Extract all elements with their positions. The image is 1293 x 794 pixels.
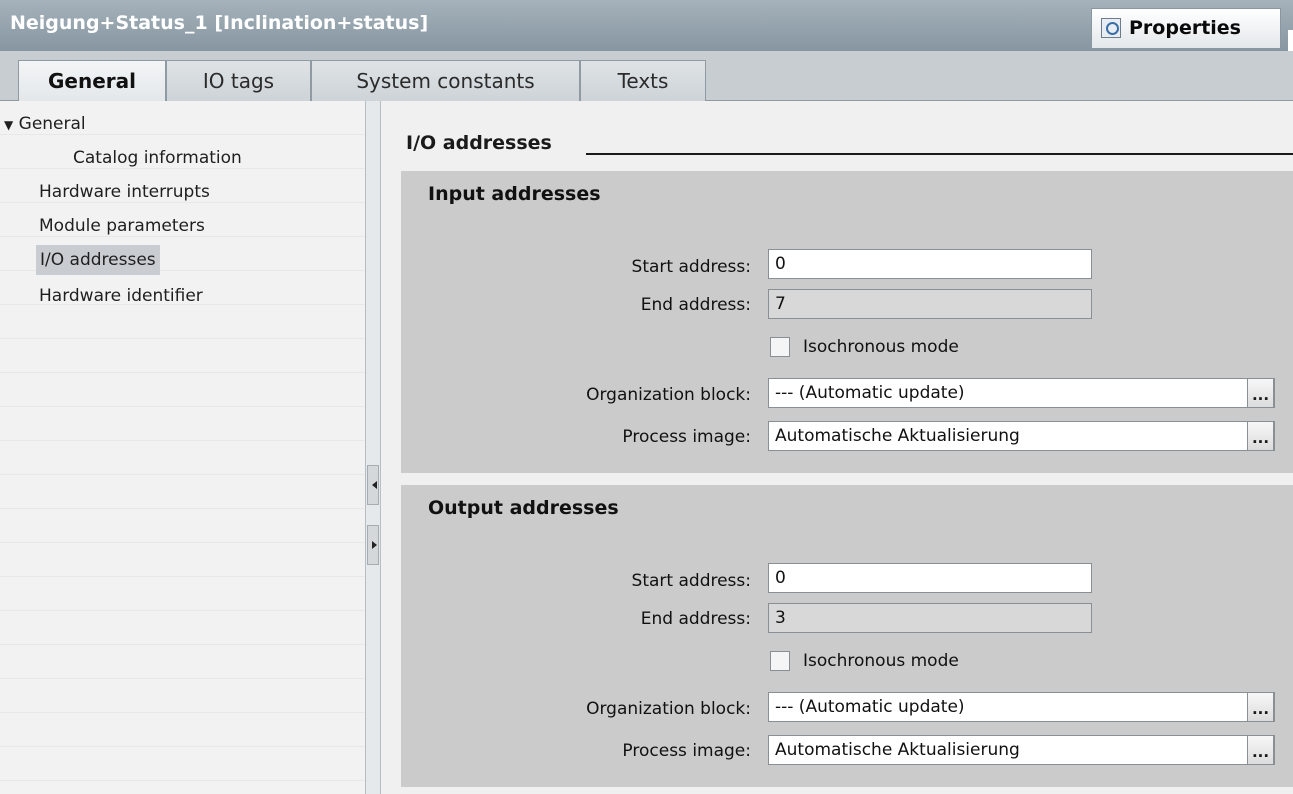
section-divider bbox=[586, 153, 1293, 155]
section-title: I/O addresses bbox=[406, 132, 552, 154]
input-organization-block-browse-button[interactable]: ... bbox=[1247, 378, 1274, 408]
output-organization-block-field[interactable]: --- (Automatic update) bbox=[768, 692, 1275, 722]
nav-item-catalog-information[interactable]: Catalog information bbox=[73, 143, 242, 173]
expand-triangle-icon[interactable]: ▼ bbox=[4, 118, 13, 132]
input-start-address-field[interactable]: 0 bbox=[768, 249, 1092, 279]
collapse-left-icon[interactable] bbox=[367, 465, 379, 505]
nav-item-general[interactable]: ▼ General bbox=[4, 109, 86, 139]
output-process-image-label: Process image: bbox=[622, 741, 751, 761]
input-isochronous-label: Isochronous mode bbox=[803, 337, 959, 357]
input-end-address-label: End address: bbox=[640, 295, 751, 315]
input-addresses-title: Input addresses bbox=[428, 183, 601, 205]
title-bar: Neigung+Status_1 [Inclination+status] Pr… bbox=[0, 0, 1293, 51]
input-process-image-label: Process image: bbox=[622, 427, 751, 447]
panel-splitter[interactable] bbox=[365, 101, 381, 794]
tab-io-tags[interactable]: IO tags bbox=[166, 60, 311, 101]
nav-item-io-addresses[interactable]: I/O addresses bbox=[36, 245, 160, 275]
input-start-address-label: Start address: bbox=[631, 257, 751, 277]
tab-general[interactable]: General bbox=[18, 60, 166, 102]
output-end-address-label: End address: bbox=[640, 609, 751, 629]
output-isochronous-checkbox[interactable] bbox=[770, 651, 790, 671]
input-addresses-group: Input addresses Start address: 0 End add… bbox=[401, 171, 1293, 473]
nav-item-module-parameters[interactable]: Module parameters bbox=[39, 211, 205, 241]
output-process-image-browse-button[interactable]: ... bbox=[1247, 735, 1274, 765]
nav-item-label: General bbox=[18, 114, 86, 134]
nav-item-hardware-identifier[interactable]: Hardware identifier bbox=[39, 281, 203, 311]
input-process-image-browse-button[interactable]: ... bbox=[1247, 421, 1274, 451]
input-organization-block-label: Organization block: bbox=[586, 385, 751, 405]
magnifier-icon bbox=[1101, 18, 1121, 38]
output-addresses-group: Output addresses Start address: 0 End ad… bbox=[401, 485, 1293, 787]
tab-bar: General IO tags System constants Texts bbox=[0, 51, 1293, 102]
input-end-address-field: 7 bbox=[768, 289, 1092, 319]
window-title: Neigung+Status_1 [Inclination+status] bbox=[10, 12, 429, 34]
properties-content: I/O addresses Input addresses Start addr… bbox=[381, 101, 1293, 794]
input-process-image-field[interactable]: Automatische Aktualisierung bbox=[768, 421, 1275, 451]
output-addresses-title: Output addresses bbox=[428, 497, 619, 519]
tab-texts[interactable]: Texts bbox=[580, 60, 706, 101]
output-isochronous-label: Isochronous mode bbox=[803, 651, 959, 671]
output-start-address-label: Start address: bbox=[631, 571, 751, 591]
expand-right-icon[interactable] bbox=[367, 525, 379, 565]
titlebar-edge bbox=[1288, 30, 1293, 51]
output-start-address-field[interactable]: 0 bbox=[768, 563, 1092, 593]
output-organization-block-label: Organization block: bbox=[586, 699, 751, 719]
nav-tree: ▼ General Catalog information Hardware i… bbox=[0, 101, 365, 794]
nav-item-hardware-interrupts[interactable]: Hardware interrupts bbox=[39, 177, 210, 207]
output-process-image-field[interactable]: Automatische Aktualisierung bbox=[768, 735, 1275, 765]
output-organization-block-browse-button[interactable]: ... bbox=[1247, 692, 1274, 722]
input-isochronous-checkbox[interactable] bbox=[770, 337, 790, 357]
input-organization-block-field[interactable]: --- (Automatic update) bbox=[768, 378, 1275, 408]
properties-button[interactable]: Properties bbox=[1091, 8, 1281, 48]
output-end-address-field: 3 bbox=[768, 603, 1092, 633]
tab-system-constants[interactable]: System constants bbox=[311, 60, 580, 101]
properties-label: Properties bbox=[1129, 17, 1241, 39]
